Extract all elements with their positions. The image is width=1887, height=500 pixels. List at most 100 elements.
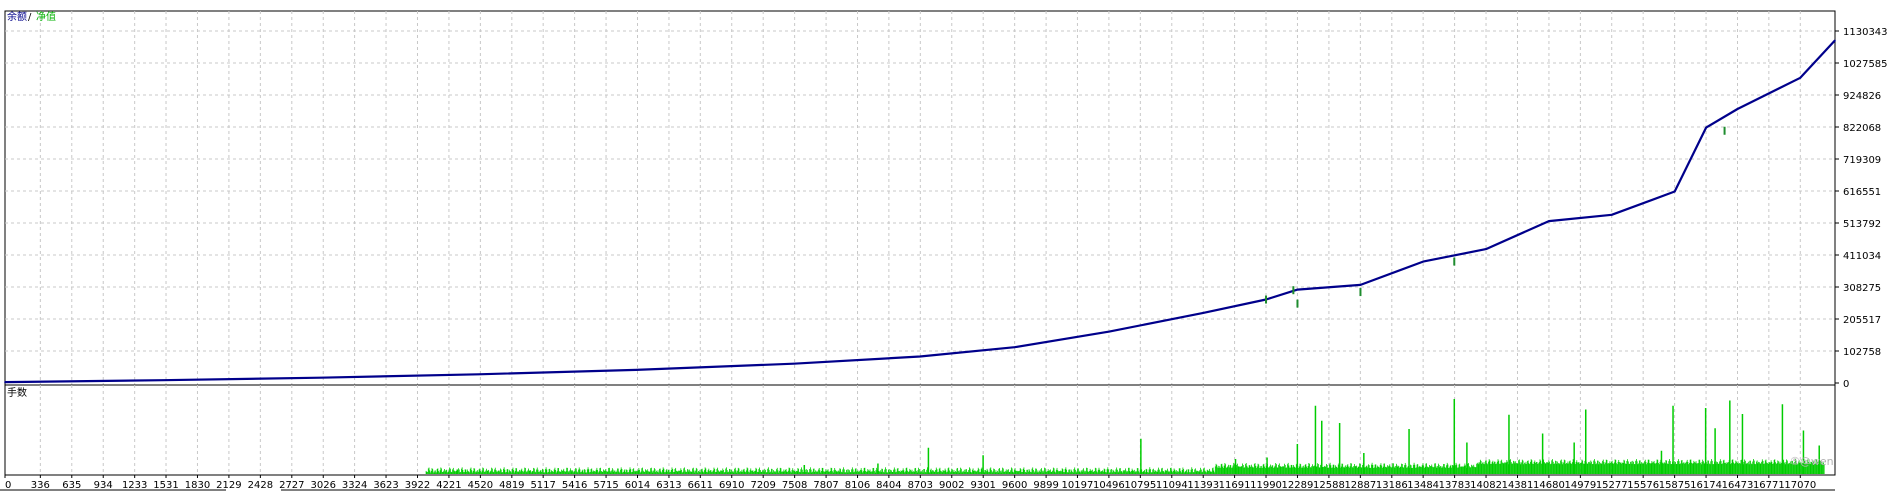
volume-bar-small bbox=[1504, 462, 1506, 474]
volume-bar-small bbox=[1181, 469, 1183, 474]
volume-bar-small bbox=[777, 470, 779, 474]
volume-bar-small bbox=[1135, 471, 1137, 474]
volume-bar-small bbox=[1039, 472, 1041, 474]
volume-bar-small bbox=[913, 471, 915, 474]
volume-bar-small bbox=[452, 467, 454, 474]
volume-bar-small bbox=[1693, 460, 1695, 474]
volume-bar-small bbox=[1319, 467, 1321, 474]
volume-bar-small bbox=[963, 471, 964, 474]
volume-bar-small bbox=[1774, 459, 1776, 474]
volume-bar-small bbox=[860, 469, 861, 474]
volume-bar-small bbox=[1689, 459, 1691, 474]
volume-bar-small bbox=[771, 468, 773, 474]
volume-bar-small bbox=[1463, 465, 1465, 474]
volume-bar-small bbox=[1517, 463, 1519, 474]
volume-bar-small bbox=[1622, 462, 1624, 474]
volume-bar-small bbox=[1655, 462, 1657, 474]
volume-bar-small bbox=[1682, 463, 1684, 474]
volume-bar-small bbox=[648, 471, 650, 474]
volume-bar-small bbox=[1435, 463, 1436, 474]
volume-bar-small bbox=[460, 471, 462, 474]
volume-bar-small bbox=[1169, 467, 1171, 474]
volume-bar-small bbox=[433, 470, 435, 474]
volume-bar-small bbox=[796, 470, 797, 474]
volume-bar-small bbox=[593, 471, 595, 474]
volume-bar-small bbox=[510, 471, 512, 474]
volume-bar-small bbox=[445, 470, 447, 474]
volume-bar-small bbox=[624, 469, 626, 474]
volume-bar-small bbox=[971, 469, 973, 474]
volume-bar-small bbox=[617, 468, 619, 474]
volume-bar-small bbox=[494, 467, 496, 474]
volume-bar-small bbox=[652, 472, 654, 474]
volume-bar-small bbox=[1404, 465, 1405, 474]
volume-bar-small bbox=[1042, 472, 1044, 474]
volume-bar-small bbox=[939, 467, 941, 474]
volume-bar-small bbox=[1386, 467, 1388, 474]
volume-bar-small bbox=[798, 468, 800, 474]
x-tick-label: 12887 bbox=[1344, 480, 1376, 491]
volume-bar-small bbox=[1422, 463, 1424, 474]
volume-bar-small bbox=[1130, 472, 1132, 474]
volume-bar-small bbox=[908, 471, 910, 474]
volume-bar-small bbox=[1593, 460, 1595, 474]
volume-bar-small bbox=[1261, 465, 1263, 474]
balance-point bbox=[1202, 312, 1205, 314]
volume-bar-small bbox=[530, 470, 532, 474]
volume-bar-small bbox=[952, 469, 953, 474]
volume-bar-small bbox=[1459, 463, 1461, 474]
volume-bar-small bbox=[1072, 472, 1074, 474]
volume-bar-small bbox=[950, 471, 952, 474]
volume-bar-small bbox=[1047, 471, 1048, 474]
volume-bar-small bbox=[1127, 471, 1129, 474]
volume-bar-small bbox=[1779, 461, 1781, 474]
x-tick-label: 17070 bbox=[1784, 480, 1816, 491]
volume-bar-small bbox=[625, 472, 627, 474]
volume-bar-small bbox=[1634, 464, 1636, 474]
volume-bar-small bbox=[1275, 463, 1277, 474]
balance-point bbox=[1834, 39, 1836, 42]
volume-bar-small bbox=[986, 468, 988, 474]
volume-bar-small bbox=[577, 472, 579, 474]
volume-bar-small bbox=[1165, 470, 1167, 474]
volume-bar-small bbox=[799, 472, 801, 474]
volume-bar-small bbox=[1251, 466, 1253, 474]
volume-bar-small bbox=[1234, 467, 1236, 474]
volume-bar-small bbox=[1535, 462, 1536, 474]
volume-bar-small bbox=[653, 470, 654, 474]
volume-bar-small bbox=[899, 471, 900, 474]
volume-bar-small bbox=[1126, 472, 1128, 474]
balance-equity-chart: 0102758205517308275411034513792616551719… bbox=[0, 10, 1887, 491]
volume-bar-small bbox=[921, 469, 923, 474]
volume-bar-small bbox=[1436, 467, 1438, 474]
volume-bar-small bbox=[1623, 459, 1625, 474]
volume-bar-small bbox=[873, 467, 875, 474]
volume-bar-small bbox=[1718, 463, 1720, 474]
volume-bar-small bbox=[1738, 463, 1740, 474]
volume-bar-small bbox=[591, 468, 593, 474]
volume-bar-small bbox=[1208, 470, 1210, 474]
volume-bar-small bbox=[1094, 471, 1095, 474]
volume-bar-small bbox=[559, 471, 561, 474]
volume-bar-small bbox=[1077, 468, 1079, 474]
volume-bar-small bbox=[493, 472, 495, 474]
volume-bar-small bbox=[555, 472, 557, 474]
volume-bar-small bbox=[863, 467, 865, 474]
volume-bar-small bbox=[952, 471, 954, 474]
volume-bar-small bbox=[1255, 465, 1257, 474]
volume-bar-small bbox=[1751, 464, 1753, 474]
volume-bar-small bbox=[914, 468, 916, 474]
volume-bar-small bbox=[1296, 463, 1298, 474]
volume-bar-small bbox=[1038, 470, 1040, 474]
volume-bar-small bbox=[782, 471, 784, 474]
volume-bar-small bbox=[1577, 462, 1579, 474]
volume-bar-small bbox=[513, 470, 515, 474]
volume-bar-small bbox=[1761, 461, 1762, 474]
volume-bar-small bbox=[1150, 472, 1152, 474]
volume-bar-small bbox=[826, 470, 828, 474]
volume-bar-small bbox=[1209, 468, 1210, 474]
y-axis: 0102758205517308275411034513792616551719… bbox=[1835, 27, 1887, 390]
volume-bar-small bbox=[1090, 470, 1092, 474]
volume-bar-small bbox=[595, 469, 597, 474]
volume-bar-small bbox=[823, 471, 825, 474]
